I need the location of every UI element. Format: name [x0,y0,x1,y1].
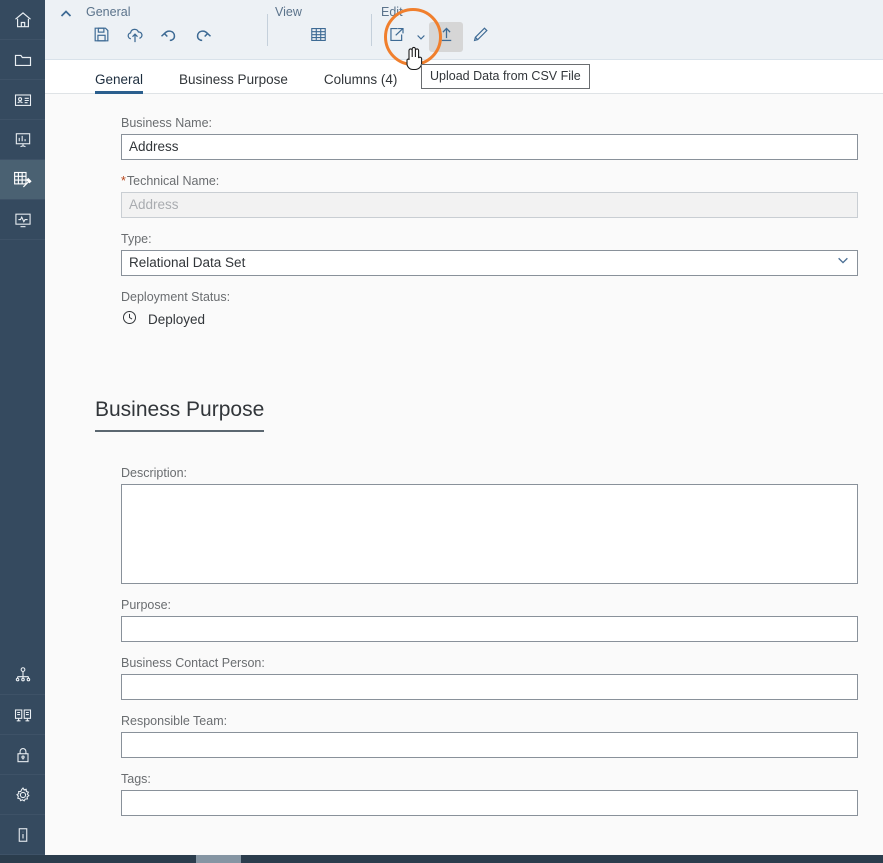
upload-csv-button[interactable] [429,22,463,52]
purpose-input[interactable] [121,616,858,642]
tab-business-purpose[interactable]: Business Purpose [179,72,288,94]
field-tags: Tags: [45,772,883,816]
sidebar-item-home[interactable] [0,0,45,40]
grid-table-icon [309,25,328,49]
undo-icon [159,25,179,50]
redo-icon [193,25,213,50]
sidebar-item-about[interactable] [0,815,45,855]
tooltip-upload-csv: Upload Data from CSV File [421,64,590,89]
pen-icon [471,25,490,49]
tags-label: Tags: [121,772,151,786]
business-purpose-section: Business Purpose [45,344,883,432]
type-selected-value: Relational Data Set [129,255,246,270]
deployment-status-label: Deployment Status: [121,290,231,304]
type-label: Type: [121,232,152,246]
business-card-icon [13,90,33,110]
sidebar-item-files[interactable] [0,40,45,80]
horizontal-scrollbar-thumb[interactable] [196,855,241,863]
chevron-up-icon[interactable] [58,6,74,22]
technical-name-input[interactable]: Address [121,192,858,218]
toolbar-group-edit: Edit [379,0,497,60]
purpose-label: Purpose: [121,598,172,612]
toolbar-group-general: General [84,0,220,60]
save-button[interactable] [84,22,118,52]
data-preview-button[interactable] [301,22,335,52]
deployment-status-text: Deployed [148,311,206,327]
business-contact-person-input[interactable] [121,674,858,700]
toolbar-group-general-buttons [84,19,220,52]
sidebar-item-analytics[interactable] [0,120,45,160]
export-icon [387,25,406,49]
business-purpose-heading: Business Purpose [95,398,265,432]
type-select[interactable]: Relational Data Set [121,250,858,276]
field-type: Type: Relational Data Set [45,232,883,276]
gear-icon [13,785,33,805]
toolbar-group-view-label: View [275,5,302,19]
horizontal-scrollbar-track[interactable] [0,855,883,863]
sidebar-item-data-sharing[interactable] [0,655,45,695]
sidebar-item-security[interactable] [0,735,45,775]
field-business-name: Business Name: Address [45,116,883,160]
deploy-button[interactable] [118,22,152,52]
toolbar-separator-1 [267,14,268,46]
export-button[interactable] [379,22,413,52]
sidebar-item-settings[interactable] [0,775,45,815]
sidebar-item-data-builder[interactable] [0,160,45,200]
business-contact-person-label: Business Contact Person: [121,656,265,670]
description-textarea[interactable] [121,484,858,584]
field-business-contact-person: Business Contact Person: [45,656,883,700]
redo-button[interactable] [186,22,220,52]
sidebar-item-catalog[interactable] [0,80,45,120]
home-icon [13,10,33,30]
form-content-area: Business Name: Address *Technical Name: … [45,94,883,855]
toolbar-group-general-label: General [86,5,131,19]
field-purpose: Purpose: [45,598,883,642]
business-name-label: Business Name: [121,116,213,130]
undo-button[interactable] [152,22,186,52]
sidebar-item-monitor[interactable] [0,200,45,240]
field-deployment-status: Deployment Status: Deployed [45,290,883,330]
tags-input[interactable] [121,790,858,816]
chevron-down-icon [836,251,850,275]
toolbar-group-view-buttons [273,19,335,52]
folder-icon [13,50,33,70]
responsible-team-label: Responsible Team: [121,714,228,728]
technical-name-label-text: Technical Name: [126,174,220,188]
field-description: Description: [45,466,883,584]
field-responsible-team: Responsible Team: [45,714,883,758]
application-window: General View Edit General Business Purpo… [0,0,883,863]
lock-icon [13,745,33,765]
cloud-upload-icon [125,25,145,50]
required-marker: * [121,174,126,188]
tab-general[interactable]: General [95,72,144,94]
business-name-input[interactable]: Address [121,134,858,160]
top-toolbar: General View Edit [45,0,883,60]
toolbar-group-edit-label: Edit [381,5,403,19]
clock-icon [121,309,138,329]
field-technical-name: *Technical Name: Address [45,174,883,218]
toolbar-separator-2 [371,14,372,46]
toolbar-group-edit-buttons [379,19,497,52]
responsible-team-input[interactable] [121,732,858,758]
info-icon [13,825,33,845]
left-navigation-sidebar [0,0,45,855]
toolbar-group-view: View [273,0,335,60]
share-node-icon [13,665,33,685]
tab-columns[interactable]: Columns (4) [324,72,398,94]
sidebar-item-connections[interactable] [0,695,45,735]
upload-icon [437,25,456,49]
technical-name-label: *Technical Name: [121,174,883,188]
export-menu-chevron[interactable] [413,22,429,52]
save-icon [92,25,111,49]
chart-board-icon [13,130,33,150]
edit-pen-button[interactable] [463,22,497,52]
description-label: Description: [121,466,187,480]
deployment-status-value-row: Deployed [121,308,883,330]
table-tools-icon [12,169,33,190]
server-rack-icon [13,705,33,725]
monitor-pulse-icon [13,210,33,230]
